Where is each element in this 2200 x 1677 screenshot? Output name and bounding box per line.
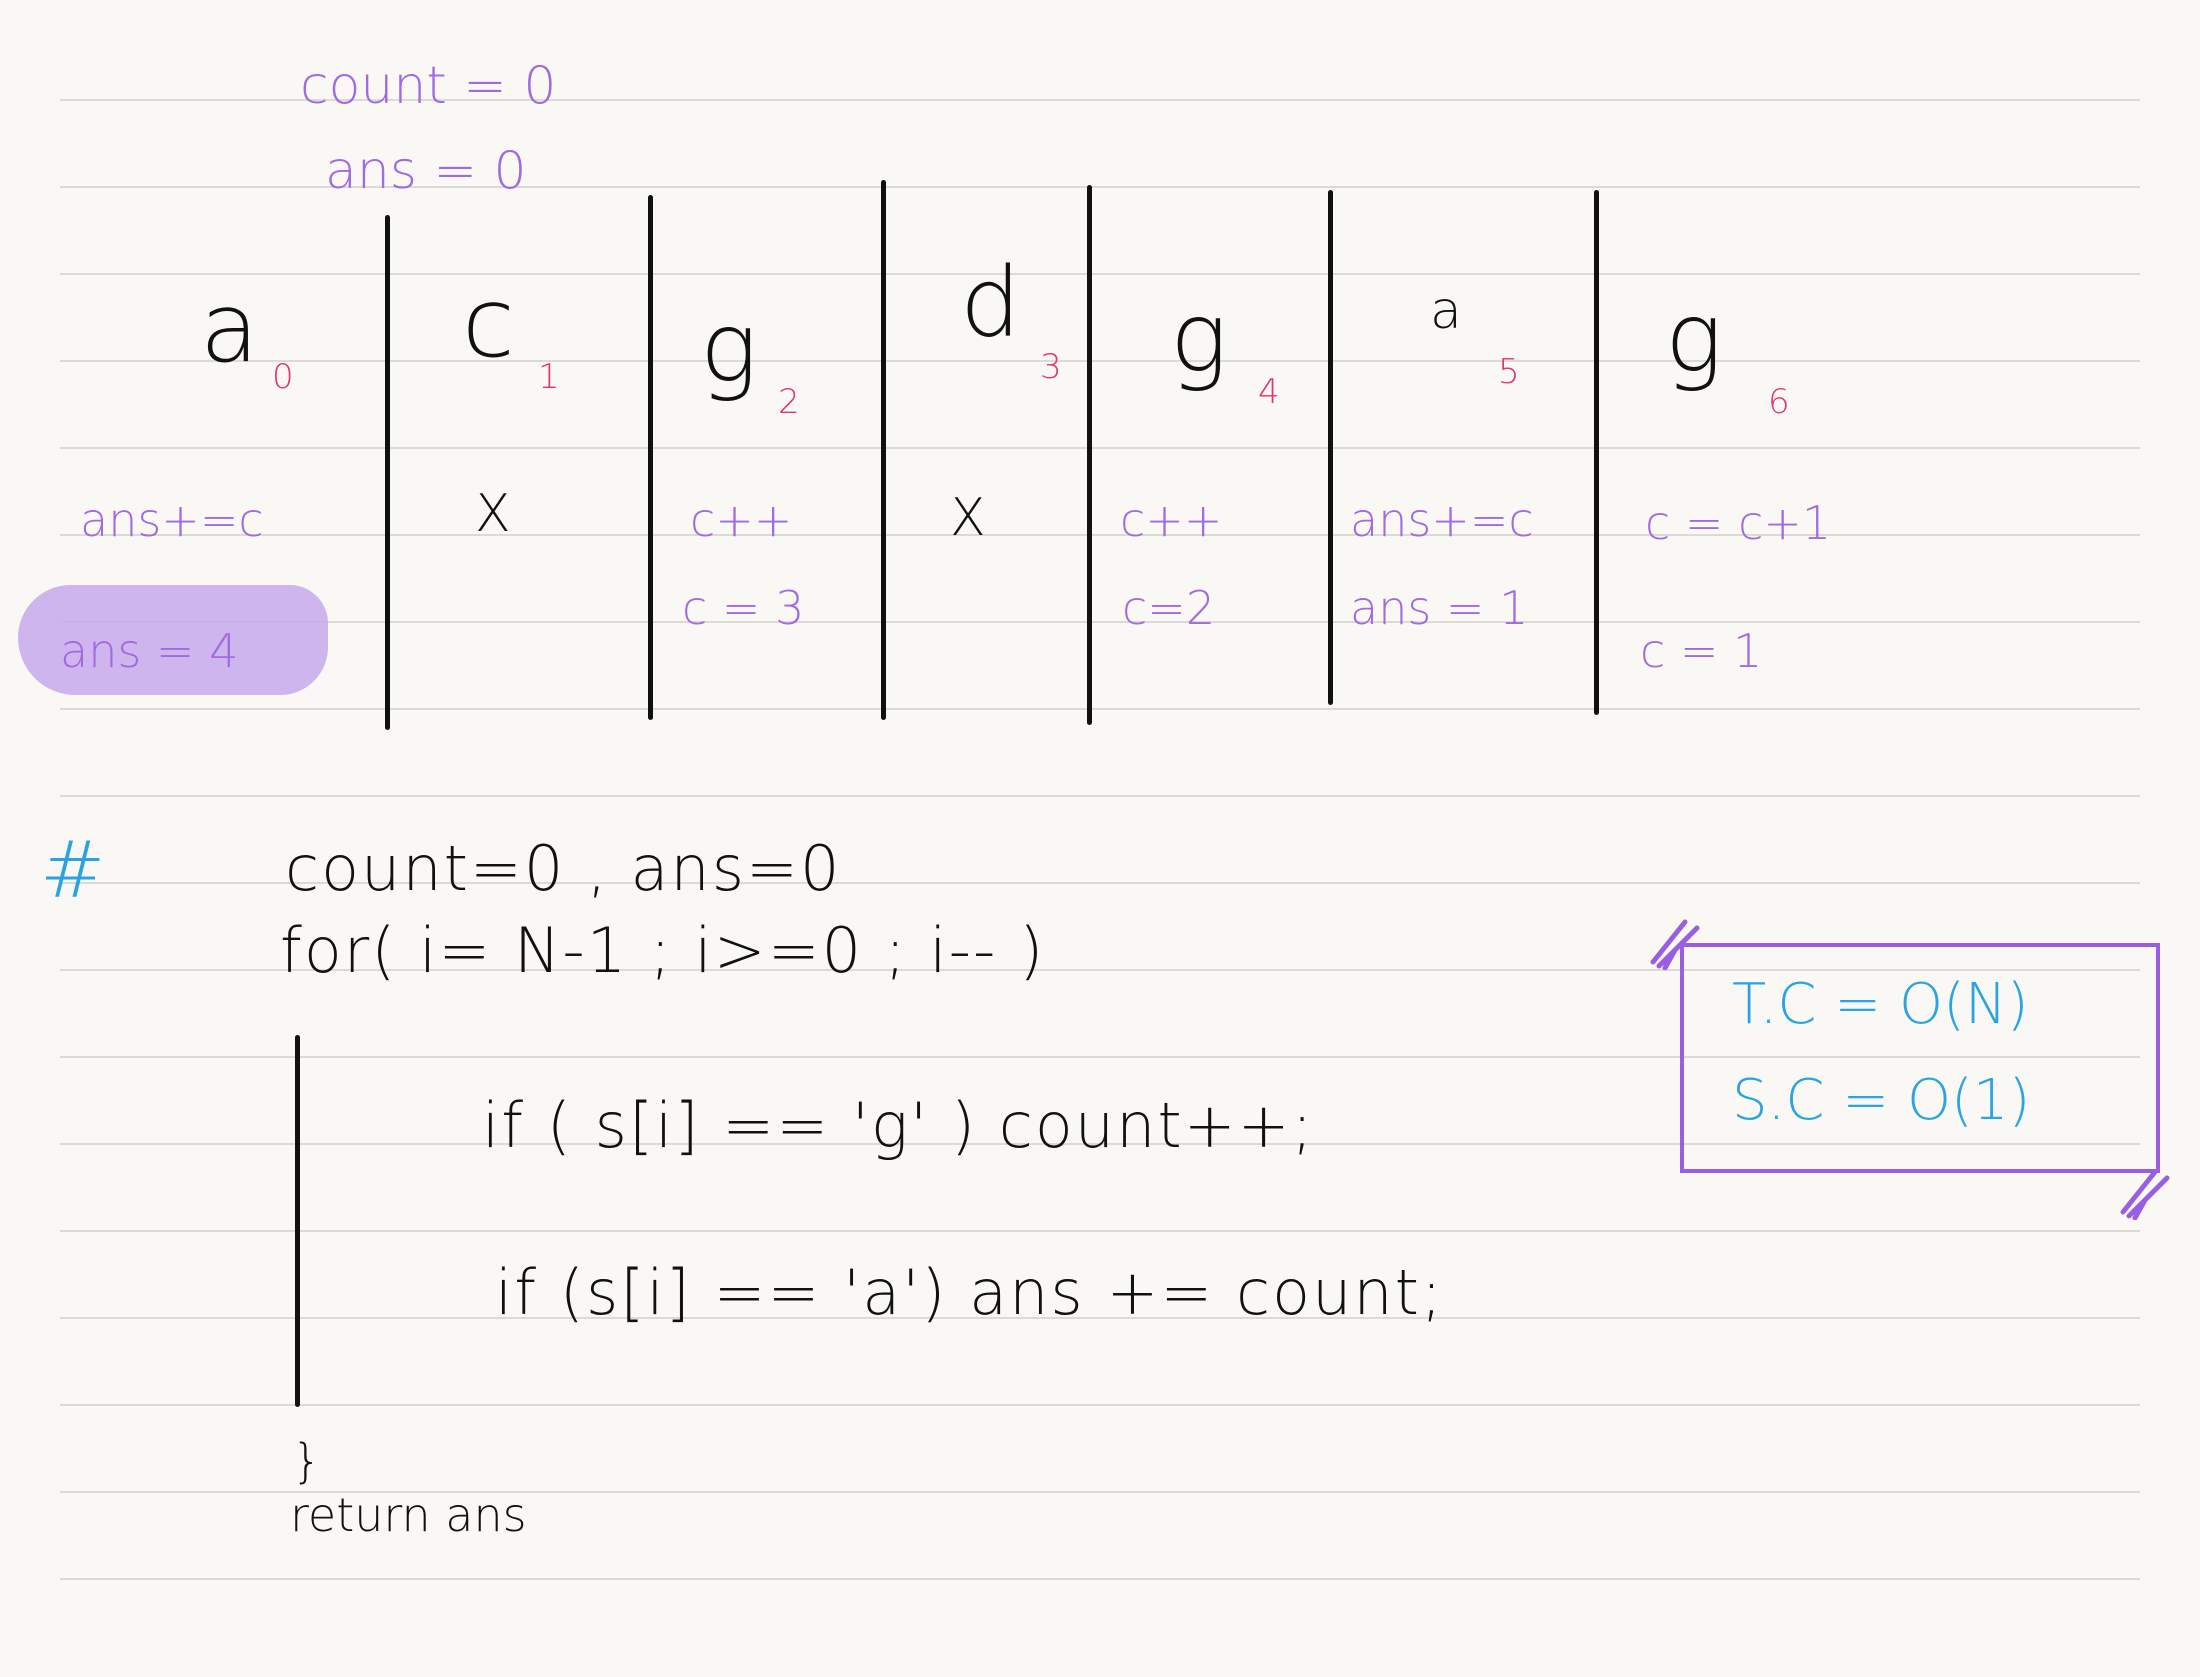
loop-body-bracket xyxy=(295,1035,300,1407)
cell-note: X xyxy=(950,488,986,548)
divider-1 xyxy=(385,215,390,730)
cell-index: 3 xyxy=(1040,347,1062,387)
cell-note: c = 3 xyxy=(682,581,805,635)
cell-note: ans+=c xyxy=(1350,493,1534,547)
code-line-if-a: if (s[i] == 'a') ans += count; xyxy=(495,1256,1444,1329)
cell-index: 0 xyxy=(272,357,294,397)
cell-char-g: g xyxy=(700,292,758,404)
cell-char-c: c xyxy=(462,267,515,379)
cell-index: 1 xyxy=(538,357,560,397)
cell-char-g: g xyxy=(1665,282,1723,394)
cell-note: c++ xyxy=(690,493,793,547)
cell-index: 5 xyxy=(1498,352,1520,392)
cell-index: 4 xyxy=(1258,372,1280,412)
cell-char-g: g xyxy=(1170,282,1228,394)
cell-note: X xyxy=(475,484,511,544)
count-init-note: count = 0 xyxy=(300,56,557,116)
cell-note: ans+=c xyxy=(80,493,264,547)
ans-init-note: ans = 0 xyxy=(325,141,527,201)
cell-index: 6 xyxy=(1768,382,1790,422)
code-line-for: for( i= N-1 ; i>=0 ; i-- ) xyxy=(280,914,1046,987)
code-line-if-g: if ( s[i] == 'g' ) count++; xyxy=(482,1089,1315,1162)
divider-2 xyxy=(648,195,653,720)
time-complexity: T.C = O(N) xyxy=(1732,972,2029,1037)
cell-char-a: a xyxy=(200,272,259,384)
divider-3 xyxy=(881,180,886,720)
divider-6 xyxy=(1594,190,1599,715)
cell-note: c=2 xyxy=(1122,581,1216,635)
hash-symbol: # xyxy=(40,826,106,916)
box-corner-scribble-icon xyxy=(2120,1169,2170,1220)
cell-char-d: d xyxy=(960,247,1021,359)
cell-index: 2 xyxy=(778,382,800,422)
cell-note-highlighted: ans = 4 xyxy=(60,624,239,678)
code-line-close-brace: } xyxy=(292,1434,322,1488)
space-complexity: S.C = O(1) xyxy=(1732,1068,2031,1133)
cell-note: c = 1 xyxy=(1640,624,1763,678)
cell-note: ans = 1 xyxy=(1350,581,1529,635)
divider-4 xyxy=(1087,185,1092,725)
divider-5 xyxy=(1328,190,1333,705)
cell-note: c++ xyxy=(1120,493,1223,547)
cell-char-a: a xyxy=(1430,281,1462,341)
code-line-init: count=0 , ans=0 xyxy=(285,832,842,905)
code-line-return: return ans xyxy=(290,1488,527,1542)
box-corner-scribble-icon xyxy=(1650,919,1700,970)
complexity-box: T.C = O(N) S.C = O(1) xyxy=(1680,943,2160,1173)
cell-note: c = c+1 xyxy=(1645,496,1832,550)
